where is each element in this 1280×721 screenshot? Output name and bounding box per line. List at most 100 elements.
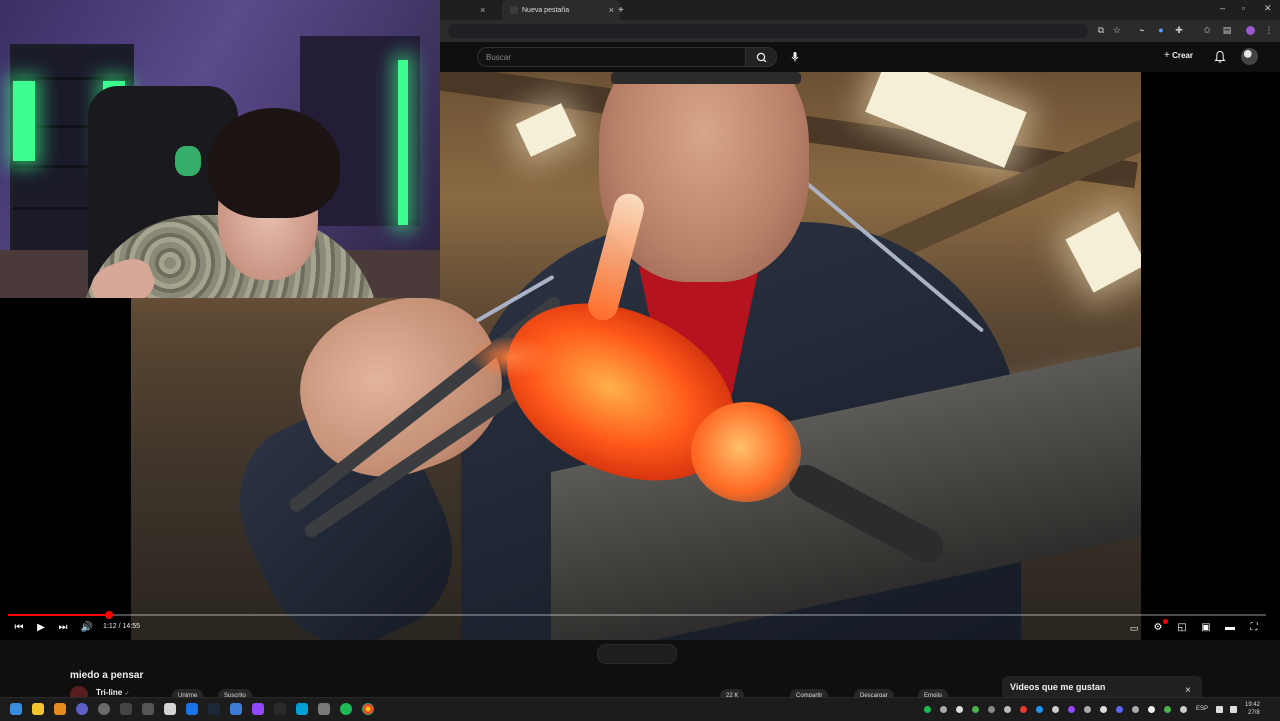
sticky-notes-icon[interactable] <box>32 703 44 715</box>
extension-icon[interactable]: ⌁ <box>1137 25 1147 35</box>
app-obs-icon[interactable] <box>142 703 154 715</box>
plus-icon: + <box>1164 50 1170 61</box>
tray-icon[interactable] <box>1132 706 1139 713</box>
close-window-icon[interactable]: ✕ <box>1264 3 1272 14</box>
youtube-header: + Crear <box>440 42 1280 72</box>
fullscreen-button[interactable]: ⛶ <box>1247 621 1261 635</box>
tray-icon[interactable] <box>1004 706 1011 713</box>
search-app-icon[interactable] <box>54 703 66 715</box>
tab-previous[interactable]: × <box>480 0 485 20</box>
tray-icon[interactable] <box>1036 706 1043 713</box>
rectangle-icon: ▬ <box>1225 622 1235 633</box>
tray-spotify-icon[interactable] <box>924 706 931 713</box>
microphone-icon <box>791 52 799 62</box>
progress-scrubber[interactable] <box>104 611 113 619</box>
led-light-bar <box>398 60 408 225</box>
browser-toolbar: ⧉ ☆ ⌁ ● ✚ ✩ ▤ ⋮ <box>440 20 1280 42</box>
progress-played <box>8 614 109 616</box>
tab-close-icon[interactable]: × <box>609 5 614 15</box>
tray-icon[interactable] <box>972 706 979 713</box>
voice-search-button[interactable] <box>786 48 804 66</box>
video-title: miedo a pensar <box>70 670 144 681</box>
skip-next-icon: ⏭ <box>58 622 68 633</box>
tray-icon[interactable] <box>1052 706 1059 713</box>
side-panel-icon[interactable]: ▤ <box>1222 25 1232 35</box>
steam-icon[interactable] <box>208 703 220 715</box>
windows-start-icon[interactable] <box>10 703 22 715</box>
tray-icon[interactable] <box>1164 706 1171 713</box>
app-c-icon[interactable] <box>296 703 308 715</box>
streamer-hair <box>208 108 340 218</box>
volume-button[interactable]: 🔊 <box>80 621 94 635</box>
install-app-icon[interactable]: ⧉ <box>1096 25 1106 35</box>
channel-name-text: Tri-line <box>96 688 123 697</box>
bookmark-star-icon[interactable]: ☆ <box>1112 25 1122 35</box>
time-display: 1:12 / 14:55 <box>103 623 140 630</box>
twitch-icon[interactable] <box>252 703 264 715</box>
browser-menu-icon[interactable]: ⋮ <box>1264 25 1274 35</box>
clock-time[interactable]: 19:42 <box>1245 702 1260 708</box>
create-button[interactable]: + Crear <box>1164 50 1193 61</box>
app-v-icon[interactable] <box>76 703 88 715</box>
tray-icon[interactable] <box>1100 706 1107 713</box>
next-button[interactable]: ⏭ <box>56 621 70 635</box>
tray-icon[interactable] <box>956 706 963 713</box>
liked-videos-title: Videos que me gustan <box>1010 682 1106 692</box>
minimize-icon[interactable]: – <box>1220 3 1225 13</box>
tab-label: Nueva pestaña <box>522 6 570 14</box>
tray-icon[interactable] <box>1148 706 1155 713</box>
tray-icon[interactable] <box>1068 706 1075 713</box>
create-label: Crear <box>1172 51 1193 60</box>
hd-badge <box>1163 619 1168 624</box>
fullscreen-icon: ⛶ <box>1250 622 1258 633</box>
extensions-puzzle-icon[interactable]: ✚ <box>1174 25 1184 35</box>
miniplayer-button[interactable]: ◱ <box>1175 621 1189 635</box>
maximize-icon[interactable]: ▫ <box>1242 3 1245 13</box>
tray-icon[interactable] <box>1020 706 1027 713</box>
channel-name[interactable]: Tri-line ✓ <box>96 688 130 697</box>
chip-placeholder <box>597 644 677 664</box>
tray-icon[interactable] <box>940 706 947 713</box>
app-g-icon[interactable] <box>318 703 330 715</box>
app-dark-icon[interactable] <box>274 703 286 715</box>
notifications-bell-icon[interactable] <box>1214 50 1226 64</box>
search-input[interactable] <box>477 47 745 67</box>
app-edge-icon[interactable] <box>186 703 198 715</box>
language-indicator[interactable]: ESP <box>1196 706 1208 712</box>
progress-bar[interactable] <box>8 611 1266 619</box>
browser-tab-bar: × Nueva pestaña × + – ▫ ✕ <box>440 0 1280 20</box>
chrome-icon[interactable] <box>362 703 374 715</box>
windows-taskbar: ESP 19:42 27/8 <box>0 697 1280 721</box>
clock-date[interactable]: 27/8 <box>1248 710 1260 716</box>
volume-tray-icon[interactable] <box>1230 706 1237 713</box>
profile-avatar-icon[interactable] <box>1246 26 1255 35</box>
tab-new-tab[interactable]: Nueva pestaña × <box>502 0 620 20</box>
reading-list-icon[interactable]: ✩ <box>1202 25 1212 35</box>
discord-tray-icon[interactable] <box>1116 706 1123 713</box>
subtitles-button[interactable]: ▭ <box>1127 621 1141 635</box>
tray-icon[interactable] <box>988 706 995 713</box>
volume-icon: 🔊 <box>80 622 94 633</box>
theater-mode-button[interactable]: ▣ <box>1199 621 1213 635</box>
address-bar[interactable] <box>448 24 1088 38</box>
tray-icon[interactable] <box>1084 706 1091 713</box>
network-icon[interactable] <box>1216 706 1223 713</box>
app-ae-icon[interactable] <box>98 703 110 715</box>
streamer-webcam <box>0 0 440 298</box>
close-icon[interactable]: × <box>1185 685 1191 696</box>
spotify-icon[interactable] <box>340 703 352 715</box>
play-button[interactable]: ▶ <box>34 621 48 635</box>
account-avatar[interactable] <box>1241 48 1258 65</box>
chair-logo-icon <box>175 146 201 176</box>
search-button[interactable] <box>745 47 777 67</box>
tray-icon[interactable] <box>1180 706 1187 713</box>
folder-icon[interactable] <box>164 703 176 715</box>
app-grid-icon[interactable] <box>120 703 132 715</box>
new-tab-button[interactable]: + <box>618 0 624 20</box>
previous-button[interactable]: ⏮ <box>12 621 26 635</box>
cast-button[interactable]: ▬ <box>1223 621 1237 635</box>
app-blue-icon[interactable] <box>230 703 242 715</box>
tab-close-icon[interactable]: × <box>480 5 485 15</box>
gear-icon: ⚙ <box>1153 622 1163 633</box>
extension-shield-icon[interactable]: ● <box>1156 25 1166 35</box>
